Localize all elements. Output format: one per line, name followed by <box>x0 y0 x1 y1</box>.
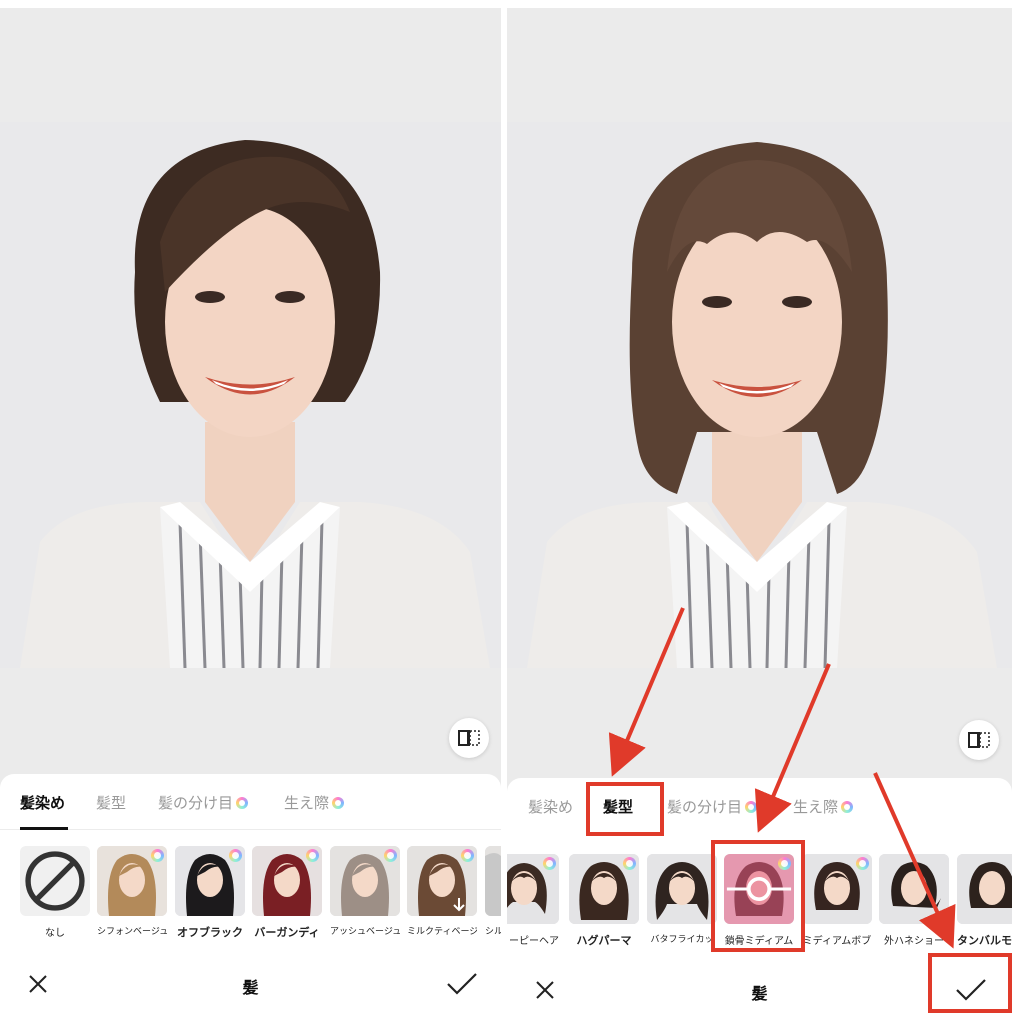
list-item-hair-color[interactable]: オフブラック <box>175 846 245 940</box>
gem-icon <box>841 800 854 813</box>
gem-icon <box>623 857 636 870</box>
list-item-hairstyle[interactable]: 外ハネショー <box>879 854 949 947</box>
list-item-hairstyle[interactable]: ハグパーマ <box>569 854 639 948</box>
list-item-hairstyle[interactable]: バタフライカッ <box>647 854 717 945</box>
tab-hair-part[interactable]: 髪の分け目 <box>667 796 758 817</box>
list-item-hairstyle[interactable]: ミディアムボブ <box>802 854 872 947</box>
hair-options-panel: 髪染め 髪型 髪の分け目 生え際 なし シフォンベージュ オフブラック バーガン… <box>0 774 501 1034</box>
tab-hairline[interactable]: 生え際 <box>793 796 854 817</box>
list-item-hair-color[interactable]: シル <box>485 846 501 937</box>
annotation-box-selected-style <box>711 840 805 952</box>
hair-thumbnail <box>879 854 949 924</box>
page-title: 髪 <box>242 978 259 997</box>
list-item-hair-color[interactable]: バーガンディ <box>252 846 322 940</box>
tab-underline <box>20 827 68 830</box>
confirm-button[interactable] <box>444 968 480 1000</box>
gem-icon <box>151 849 164 862</box>
gem-icon <box>236 796 249 809</box>
prohibited-icon <box>25 851 85 911</box>
list-item-hairstyle[interactable]: ーピーヘア <box>507 854 559 947</box>
tab-hair-color[interactable]: 髪染め <box>528 796 573 817</box>
tab-hair-color[interactable]: 髪染め <box>20 792 65 813</box>
portrait-photo <box>507 122 1012 668</box>
compare-button[interactable] <box>959 720 999 760</box>
annotation-box-hairstyle-tab <box>586 782 664 836</box>
gem-icon <box>384 849 397 862</box>
gem-icon <box>229 849 242 862</box>
portrait-photo <box>0 122 501 668</box>
gem-icon <box>543 857 556 870</box>
bottom-action-bar: 髪 <box>0 960 501 1010</box>
gem-icon <box>461 849 474 862</box>
gem-icon <box>856 857 869 870</box>
list-item-hair-color[interactable]: ミルクティベージュ <box>407 846 477 937</box>
tab-hairstyle[interactable]: 髪型 <box>96 792 126 813</box>
list-item-hair-color[interactable]: アッシュベージュ <box>330 846 400 937</box>
gem-icon <box>745 800 758 813</box>
annotation-box-confirm <box>928 953 1012 1013</box>
tab-bar: 髪染め 髪型 髪の分け目 生え際 <box>507 778 1012 834</box>
tab-bar: 髪染め 髪型 髪の分け目 生え際 <box>0 774 501 830</box>
compare-button[interactable] <box>449 718 489 758</box>
list-item-none[interactable]: なし <box>20 846 90 939</box>
photo-preview <box>0 122 501 668</box>
gem-icon <box>306 849 319 862</box>
gem-icon <box>332 796 345 809</box>
tab-hair-part[interactable]: 髪の分け目 <box>158 792 249 813</box>
hair-thumbnail <box>957 854 1012 924</box>
hair-thumbnail <box>647 854 717 924</box>
tab-hairline[interactable]: 生え際 <box>284 792 345 813</box>
compare-icon <box>968 732 990 748</box>
hair-thumbnail <box>485 846 501 916</box>
check-icon <box>447 973 477 995</box>
hair-color-list: なし シフォンベージュ オフブラック バーガンディ アッシュベージュ ミルクティ… <box>0 846 501 942</box>
photo-preview <box>507 122 1012 668</box>
screen-before: 髪染め 髪型 髪の分け目 生え際 なし シフォンベージュ オフブラック バーガン… <box>0 8 501 1034</box>
list-item-hair-color[interactable]: シフォンベージュ <box>97 846 167 937</box>
list-item-hairstyle[interactable]: タンバルモ <box>957 854 1012 948</box>
compare-icon <box>458 730 480 746</box>
